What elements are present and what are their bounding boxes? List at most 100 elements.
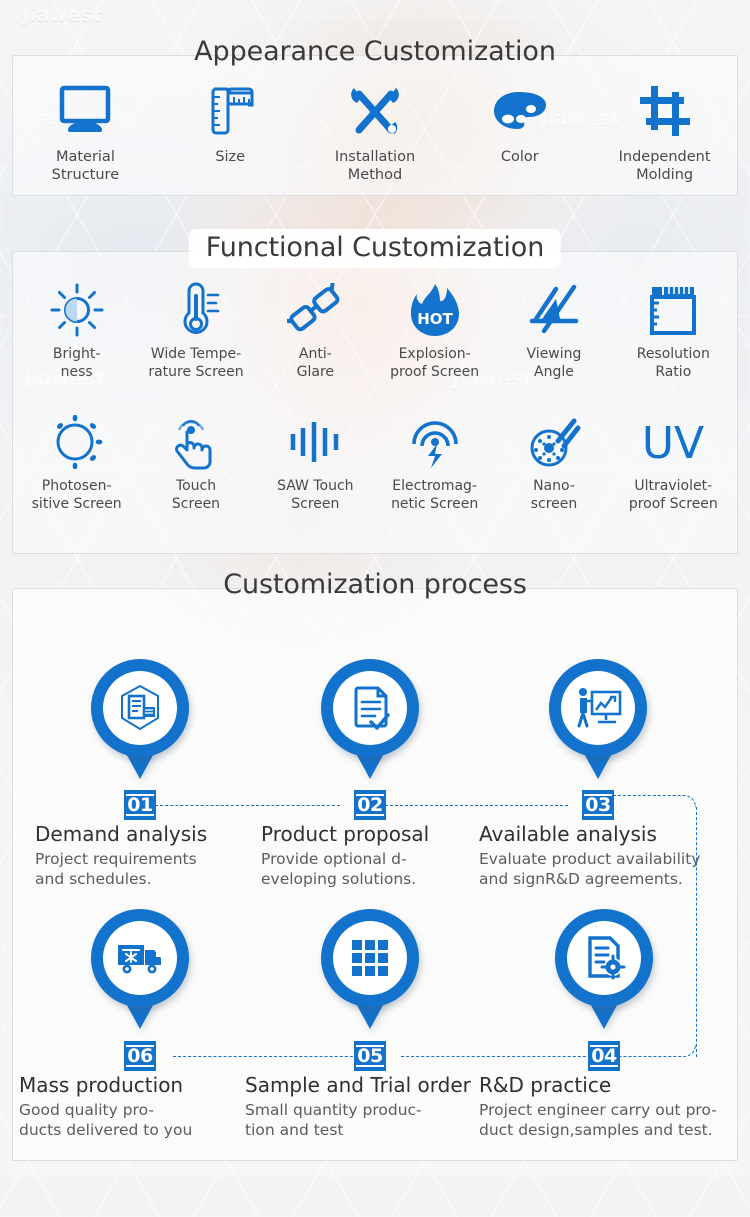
step-title: Sample and Trial order [245, 1073, 471, 1097]
step-text-02: Product proposal Provide optional d- eve… [261, 822, 476, 889]
feature-label: Electromag- netic Screen [391, 478, 479, 512]
palette-icon [491, 82, 549, 140]
document-certificate-icon [91, 679, 189, 737]
functional-icon-row-1: Bright- ness Wide Tempe- rature Screen A… [17, 282, 733, 381]
step-number-02: 02 [354, 790, 386, 820]
viewing-angle-icon [526, 282, 582, 338]
section-functional-customization: Functional Customization Bright- ness Wi… [12, 229, 738, 554]
uv-text-icon: UV [638, 414, 708, 470]
step-title: Available analysis [479, 822, 657, 846]
feature-brightness[interactable]: Bright- ness [17, 282, 136, 381]
connector-right-vertical [696, 807, 697, 1057]
checklist-clipboard-icon [321, 679, 419, 737]
functional-icon-row-2: Photosen- sitive Screen Touch Screen SAW… [17, 414, 733, 513]
feature-label: Nano- screen [530, 478, 578, 512]
process-flow: 01 Demand analysis Project requirements … [13, 589, 737, 1160]
presentation-chart-icon [549, 679, 647, 737]
step-number-04: 04 [588, 1041, 620, 1071]
feature-label: Color [500, 149, 539, 165]
feature-electromagnetic-screen[interactable]: Electromag- netic Screen [375, 414, 494, 513]
feature-label: Photosen- sitive Screen [31, 478, 122, 512]
feature-color[interactable]: Color [447, 82, 592, 166]
step-description: Project engineer carry out pro- duct des… [479, 1101, 717, 1139]
feature-ultraviolet-proof[interactable]: UV Ultraviolet- proof Screen [614, 414, 733, 513]
section-title-appearance: Appearance Customization [194, 36, 556, 67]
feature-label: Anti- Glare [296, 346, 335, 380]
monitor-icon [57, 82, 113, 140]
feature-label: Touch Screen [171, 478, 221, 512]
feature-label: Installation Method [334, 149, 416, 183]
feature-wide-temperature[interactable]: Wide Tempe- rature Screen [136, 282, 255, 381]
connector-05-06 [173, 1056, 368, 1057]
ruler-icon [204, 82, 256, 140]
step-description: Small quantity produc- tion and test [245, 1101, 422, 1139]
process-pin-02[interactable] [321, 659, 419, 781]
feature-label: Wide Tempe- rature Screen [148, 346, 244, 380]
step-text-05: Sample and Trial order Small quantity pr… [245, 1073, 480, 1140]
step-text-01: Demand analysis Project requirements and… [35, 822, 250, 889]
step-number-03: 03 [582, 790, 614, 820]
feature-installation-method[interactable]: Installation Method [303, 82, 448, 184]
step-description: Evaluate product availability and signR&… [479, 850, 701, 888]
sun-brightness-icon [49, 282, 105, 338]
svg-text:HOT: HOT [417, 310, 453, 328]
photosensitive-sun-moon-icon [49, 414, 105, 470]
feature-size[interactable]: Size [158, 82, 303, 166]
process-pin-06[interactable] [91, 909, 189, 1031]
document-gear-icon [555, 929, 653, 987]
step-title: Demand analysis [35, 822, 208, 846]
feature-label: Bright- ness [52, 346, 101, 380]
connector-02-03 [370, 805, 568, 806]
step-title: Product proposal [261, 822, 430, 846]
feature-label: Resolution Ratio [636, 346, 710, 380]
thermometer-icon [170, 282, 222, 338]
touch-hand-icon [171, 414, 221, 470]
section-customization-process: Customization process 01 Demand analysis… [12, 569, 738, 1161]
flame-hot-icon: HOT [409, 282, 461, 338]
wrench-screwdriver-icon [346, 82, 404, 140]
step-number-01: 01 [124, 790, 156, 820]
process-pin-05[interactable] [321, 909, 419, 1031]
delivery-truck-icon [91, 929, 189, 987]
svg-text:UV: UV [642, 418, 704, 467]
nano-screen-icon [527, 414, 581, 470]
step-number-06: 06 [124, 1041, 156, 1071]
section-appearance-customization: Appearance Customization Material Struct… [12, 36, 738, 196]
feature-independent-molding[interactable]: Independent Molding [592, 82, 737, 184]
step-description: Good quality pro- ducts delivered to you [19, 1101, 193, 1139]
connector-04-05 [401, 1056, 596, 1057]
connector-01-02 [145, 805, 340, 806]
feature-label: Ultraviolet- proof Screen [628, 478, 718, 512]
feature-label: Material Structure [51, 149, 120, 183]
crop-mold-icon [638, 82, 692, 140]
step-title: Mass production [19, 1073, 184, 1097]
electromagnetic-icon [408, 414, 462, 470]
feature-explosion-proof[interactable]: HOT Explosion- proof Screen [375, 282, 494, 381]
feature-label: Independent Molding [618, 149, 711, 183]
process-pin-01[interactable] [91, 659, 189, 781]
resolution-ruler-icon [647, 282, 699, 338]
feature-nano-screen[interactable]: Nano- screen [494, 414, 613, 513]
feature-saw-touch-screen[interactable]: SAW Touch Screen [256, 414, 375, 513]
feature-resolution-ratio[interactable]: Resolution Ratio [614, 282, 733, 381]
feature-label: Size [215, 149, 246, 165]
feature-label: Explosion- proof Screen [390, 346, 480, 380]
saw-wave-icon [287, 414, 343, 470]
step-text-04: R&D practice Project engineer carry out … [479, 1073, 737, 1140]
process-pin-04[interactable] [555, 909, 653, 1031]
anti-glare-glasses-icon [287, 282, 343, 338]
feature-touch-screen[interactable]: Touch Screen [136, 414, 255, 513]
step-text-06: Mass production Good quality pro- ducts … [19, 1073, 234, 1140]
feature-viewing-angle[interactable]: Viewing Angle [494, 282, 613, 381]
feature-anti-glare[interactable]: Anti- Glare [256, 282, 375, 381]
feature-label: Viewing Angle [526, 346, 582, 380]
step-description: Project requirements and schedules. [35, 850, 197, 888]
appearance-icon-grid: Material Structure Size Installation Met… [13, 82, 737, 184]
process-pin-03[interactable] [549, 659, 647, 781]
step-description: Provide optional d- eveloping solutions. [261, 850, 417, 888]
step-text-03: Available analysis Evaluate product avai… [479, 822, 729, 889]
feature-photosensitive-screen[interactable]: Photosen- sitive Screen [17, 414, 136, 513]
grid-squares-icon [321, 929, 419, 987]
feature-material-structure[interactable]: Material Structure [13, 82, 158, 184]
step-title: R&D practice [479, 1073, 612, 1097]
